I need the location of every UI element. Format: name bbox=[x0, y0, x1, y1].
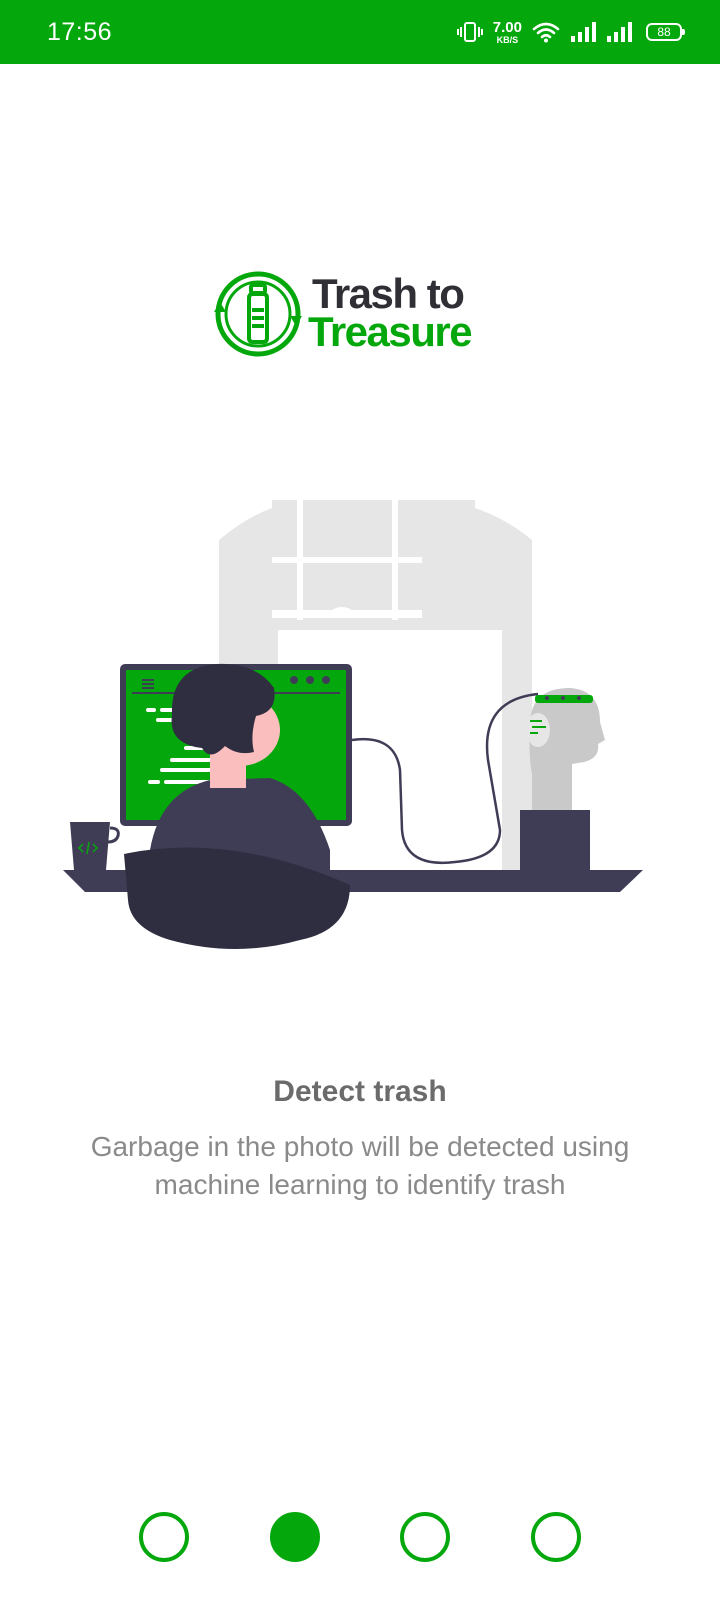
app-logo: Trash to Treasure bbox=[212, 268, 512, 360]
signal-icon bbox=[607, 22, 632, 42]
ai-head-statue bbox=[520, 688, 605, 872]
status-icons: 7.00 KB/S 88 bbox=[456, 0, 685, 64]
slide-description: Garbage in the photo will be detected us… bbox=[90, 1131, 630, 1200]
status-time: 17:56 bbox=[47, 18, 113, 46]
signal-icon bbox=[571, 22, 596, 42]
vibrate-icon bbox=[456, 22, 483, 42]
developer-at-desk-illustration bbox=[63, 500, 643, 949]
onboarding-screen: 17:56 7.00 KB/S 88 Trash to Treasure Det… bbox=[0, 0, 720, 1600]
network-speed: 7.00 KB/S bbox=[493, 20, 522, 45]
page-dot-2-active[interactable] bbox=[270, 1512, 320, 1562]
status-bar: 17:56 7.00 KB/S 88 bbox=[0, 0, 720, 64]
recycle-bottle-icon bbox=[214, 271, 302, 357]
battery-icon: 88 bbox=[646, 23, 685, 41]
wifi-icon bbox=[532, 22, 560, 43]
page-dot-4[interactable] bbox=[531, 1512, 581, 1562]
slide-title: Detect trash bbox=[273, 1075, 447, 1108]
page-dot-1[interactable] bbox=[139, 1512, 189, 1562]
network-speed-unit: KB/S bbox=[496, 34, 519, 45]
page-dot-3[interactable] bbox=[400, 1512, 450, 1562]
logo-text-line2: Treasure bbox=[308, 308, 473, 355]
coffee-cup bbox=[70, 822, 120, 870]
page-indicator bbox=[0, 1512, 720, 1564]
network-speed-value: 7.00 bbox=[492, 18, 522, 36]
